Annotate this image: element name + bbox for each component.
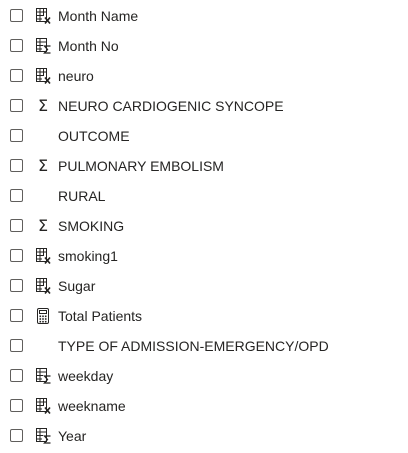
field-label: neuro bbox=[58, 68, 94, 84]
calculated-measure-column-icon bbox=[34, 37, 52, 55]
field-label: weekday bbox=[58, 368, 114, 384]
calculated-column-icon bbox=[34, 7, 52, 25]
field-row-neuro-cardiogenic-syncope[interactable]: Σ NEURO CARDIOGENIC SYNCOPE bbox=[0, 91, 408, 121]
field-checkbox[interactable] bbox=[10, 429, 23, 442]
blank-icon bbox=[34, 187, 52, 205]
blank-icon bbox=[34, 127, 52, 145]
field-row-weekname[interactable]: weekname bbox=[0, 391, 408, 421]
calculated-column-icon bbox=[34, 247, 52, 265]
calculator-icon bbox=[34, 307, 52, 325]
field-label: SMOKING bbox=[58, 218, 125, 234]
field-label: Sugar bbox=[58, 278, 96, 294]
field-checkbox[interactable] bbox=[10, 129, 23, 142]
field-row-total-patients[interactable]: Total Patients bbox=[0, 301, 408, 331]
field-row-year[interactable]: Year bbox=[0, 421, 408, 451]
field-label: weekname bbox=[58, 398, 126, 414]
calculated-column-icon bbox=[34, 397, 52, 415]
field-checkbox[interactable] bbox=[10, 69, 23, 82]
field-checkbox[interactable] bbox=[10, 339, 23, 352]
field-label: PULMONARY EMBOLISM bbox=[58, 158, 224, 174]
field-label: RURAL bbox=[58, 188, 106, 204]
calculated-measure-column-icon bbox=[34, 367, 52, 385]
field-checkbox[interactable] bbox=[10, 99, 23, 112]
sigma-icon: Σ bbox=[37, 156, 49, 175]
calculated-measure-column-icon bbox=[34, 427, 52, 445]
field-row-smoking[interactable]: Σ SMOKING bbox=[0, 211, 408, 241]
field-row-pulmonary-embolism[interactable]: Σ PULMONARY EMBOLISM bbox=[0, 151, 408, 181]
field-label: Total Patients bbox=[58, 308, 143, 324]
field-row-outcome[interactable]: OUTCOME bbox=[0, 121, 408, 151]
field-row-weekday[interactable]: weekday bbox=[0, 361, 408, 391]
field-label: TYPE OF ADMISSION-EMERGENCY/OPD bbox=[58, 338, 329, 354]
field-label: NEURO CARDIOGENIC SYNCOPE bbox=[58, 98, 284, 114]
blank-icon bbox=[34, 337, 52, 355]
field-checkbox[interactable] bbox=[10, 369, 23, 382]
field-checkbox[interactable] bbox=[10, 399, 23, 412]
fields-list: Month Name Month No neuro Σ NEURO CARDIO… bbox=[0, 0, 408, 453]
field-label: smoking1 bbox=[58, 248, 118, 264]
sigma-icon: Σ bbox=[37, 216, 49, 235]
field-row-neuro[interactable]: neuro bbox=[0, 61, 408, 91]
field-checkbox[interactable] bbox=[10, 39, 23, 52]
field-row-month-no[interactable]: Month No bbox=[0, 31, 408, 61]
field-label: Month No bbox=[58, 38, 119, 54]
sigma-icon: Σ bbox=[37, 96, 49, 115]
field-row-month-name[interactable]: Month Name bbox=[0, 1, 408, 31]
field-checkbox[interactable] bbox=[10, 159, 23, 172]
field-checkbox[interactable] bbox=[10, 189, 23, 202]
field-label: Year bbox=[58, 428, 87, 444]
field-row-smoking1[interactable]: smoking1 bbox=[0, 241, 408, 271]
field-checkbox[interactable] bbox=[10, 309, 23, 322]
field-row-sugar[interactable]: Sugar bbox=[0, 271, 408, 301]
field-row-rural[interactable]: RURAL bbox=[0, 181, 408, 211]
calculated-column-icon bbox=[34, 277, 52, 295]
field-label: OUTCOME bbox=[58, 128, 130, 144]
field-checkbox[interactable] bbox=[10, 279, 23, 292]
calculated-column-icon bbox=[34, 67, 52, 85]
field-label: Month Name bbox=[58, 8, 139, 24]
field-checkbox[interactable] bbox=[10, 219, 23, 232]
field-checkbox[interactable] bbox=[10, 249, 23, 262]
field-row-type-of-admission[interactable]: TYPE OF ADMISSION-EMERGENCY/OPD bbox=[0, 331, 408, 361]
field-checkbox[interactable] bbox=[10, 9, 23, 22]
